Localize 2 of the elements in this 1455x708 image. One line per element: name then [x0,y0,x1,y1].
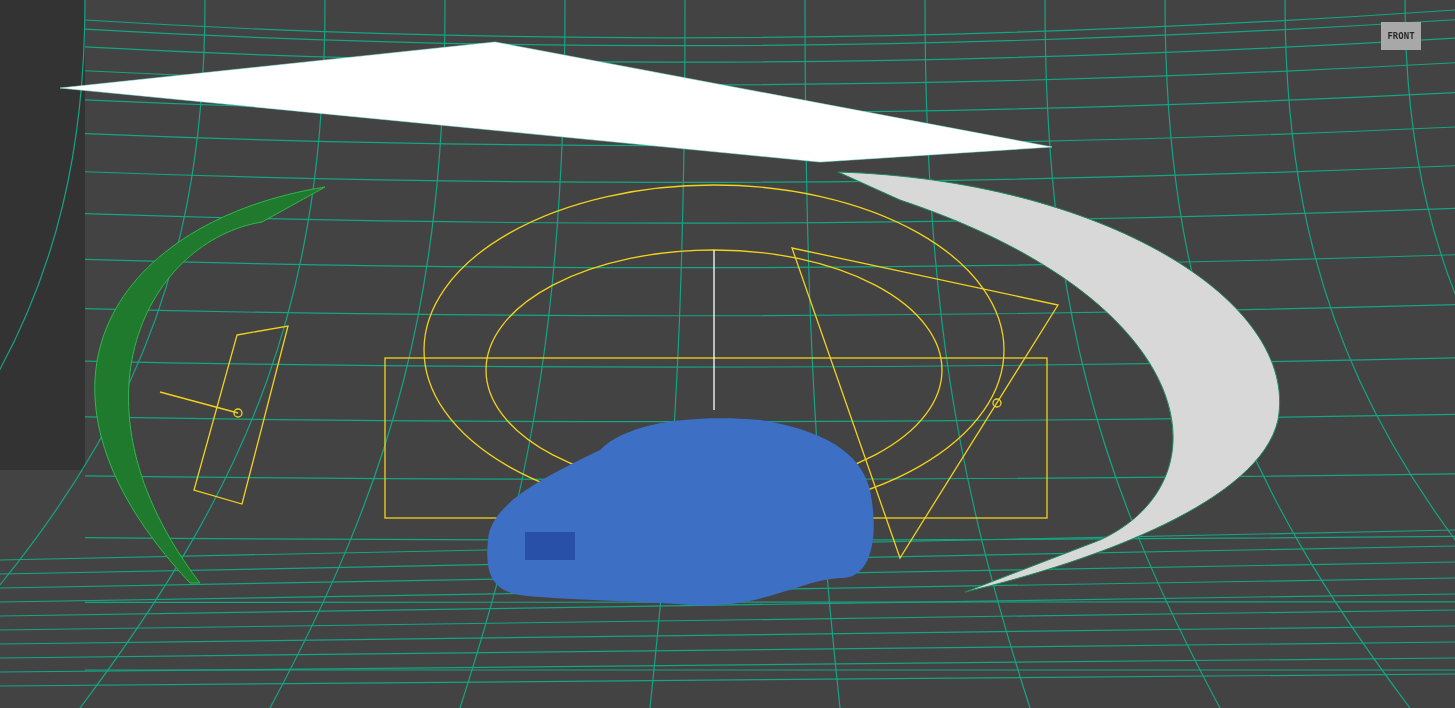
viewcube-icon[interactable]: FRONT [1381,22,1421,50]
viewcube-face-label: FRONT [1387,31,1415,41]
